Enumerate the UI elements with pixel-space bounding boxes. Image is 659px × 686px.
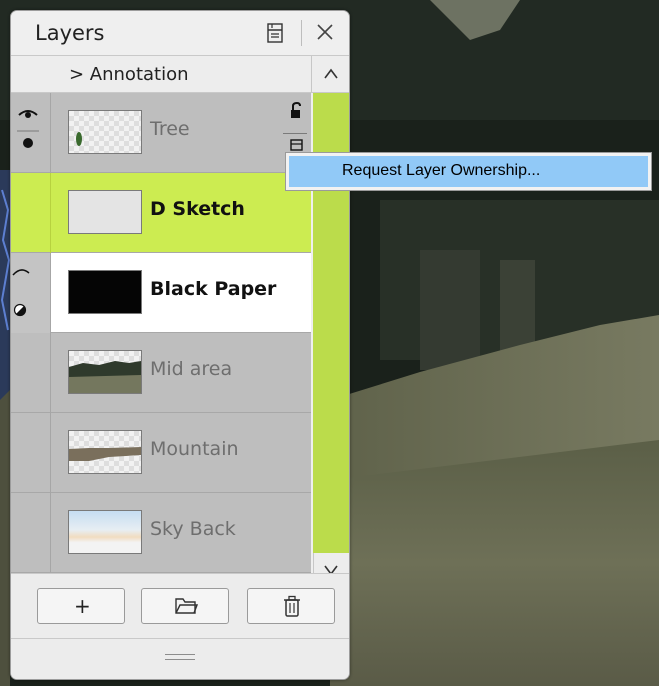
lock-divider (283, 133, 307, 134)
menu-item-label: Request Layer Ownership... (342, 162, 541, 179)
panel-header: Layers (11, 11, 349, 55)
visibility-cell[interactable] (11, 333, 51, 413)
layer-name: Tree (150, 118, 190, 140)
plus-icon: + (74, 594, 91, 618)
visibility-cell[interactable] (11, 493, 51, 573)
add-layer-button[interactable]: + (37, 588, 125, 624)
layer-thumbnail (68, 350, 142, 394)
request-layer-ownership-item[interactable]: Request Layer Ownership... (289, 156, 648, 187)
footer-divider (11, 638, 349, 639)
layer-name: Sky Back (150, 518, 236, 540)
layer-name: D Sketch (150, 198, 245, 220)
layer-row-mountain[interactable]: Mountain (11, 413, 311, 493)
layer-row-tree[interactable]: Tree (11, 93, 311, 173)
delete-layer-button[interactable] (247, 588, 335, 624)
visibility-cell[interactable] (11, 253, 51, 333)
scroll-divider (311, 56, 312, 92)
layer-thumbnail (68, 270, 142, 314)
layer-list: Tree D Sketch Black Paper Mid area Mount… (11, 93, 311, 573)
layer-menu-icon[interactable] (265, 22, 285, 44)
annotation-label: > Annotation (69, 64, 189, 85)
close-icon[interactable] (314, 21, 336, 43)
layer-thumbnail (68, 430, 142, 474)
folder-icon (174, 596, 199, 620)
ownership-icon[interactable] (289, 137, 305, 153)
layers-panel: Layers > Annotation Tree D Sketch Black … (10, 10, 350, 680)
context-menu: Request Layer Ownership... (285, 152, 652, 191)
layer-row-mid-area[interactable]: Mid area (11, 333, 311, 413)
layer-row-d-sketch[interactable]: D Sketch (11, 173, 311, 253)
layer-row-black-paper[interactable]: Black Paper (11, 253, 311, 333)
unlock-icon[interactable] (287, 101, 305, 121)
visibility-cell[interactable] (11, 413, 51, 493)
layer-name: Mountain (150, 438, 239, 460)
panel-title: Layers (35, 21, 105, 45)
layer-thumbnail (68, 110, 142, 154)
visibility-cell[interactable] (11, 93, 51, 173)
panel-footer: + (11, 573, 349, 679)
visibility-cell[interactable] (11, 173, 51, 253)
layer-thumbnail (68, 510, 142, 554)
chevron-up-icon[interactable] (313, 56, 349, 92)
layer-thumbnail (68, 190, 142, 234)
layer-name: Black Paper (150, 278, 277, 300)
header-divider (301, 20, 302, 46)
layer-row-sky-back[interactable]: Sky Back (11, 493, 311, 573)
new-group-button[interactable] (141, 588, 229, 624)
layer-name: Mid area (150, 358, 233, 380)
trash-icon (282, 595, 302, 623)
resize-grip-icon[interactable] (165, 654, 195, 660)
annotation-group-row[interactable]: > Annotation (11, 55, 349, 93)
